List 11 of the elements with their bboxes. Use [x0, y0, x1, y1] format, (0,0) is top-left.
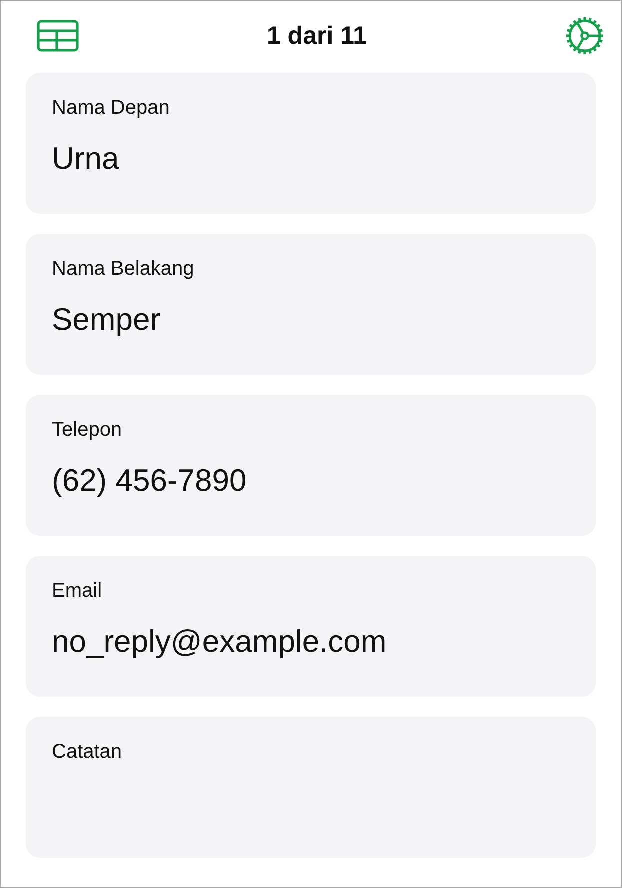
table-icon[interactable]: [37, 20, 79, 52]
field-value[interactable]: no_reply@example.com: [52, 623, 570, 661]
field-label: Email: [52, 580, 104, 603]
field-label: Telepon: [52, 419, 124, 442]
field-label: Nama Belakang: [52, 258, 196, 281]
field-value[interactable]: (62) 456-7890: [52, 462, 570, 500]
field-value[interactable]: Semper: [52, 301, 570, 339]
field-label: Catatan: [52, 741, 124, 764]
record-position-title: 1 dari 11: [266, 22, 368, 50]
field-value[interactable]: Urna: [52, 140, 570, 178]
field-label: Nama Depan: [52, 97, 171, 120]
